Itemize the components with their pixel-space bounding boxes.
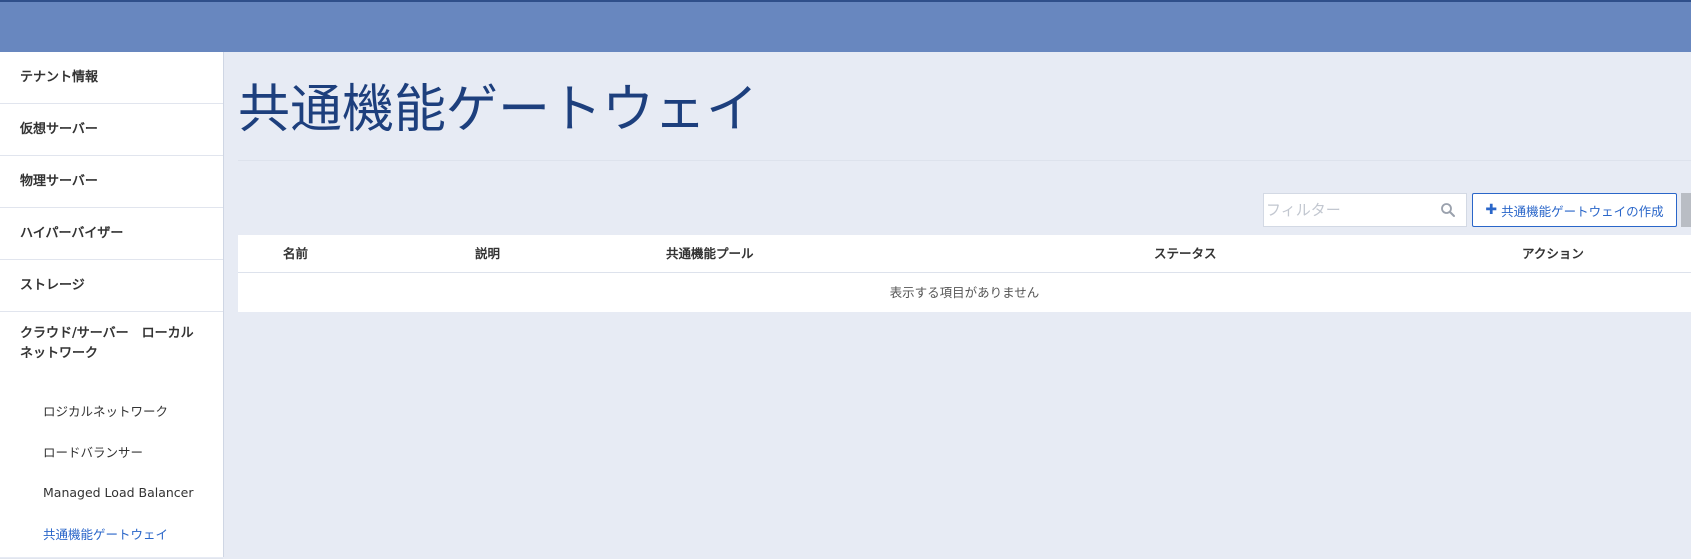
sidebar-subitem-label: ロジカルネットワーク (43, 404, 169, 419)
create-gateway-button[interactable]: ✚ 共通機能ゲートウェイの作成 (1472, 193, 1677, 227)
column-header-name[interactable]: 名前 (283, 235, 308, 273)
gateway-table: 名前 説明 共通機能プール ステータス アクション 表示する項目がありません (238, 235, 1691, 312)
sidebar-item-hypervisor[interactable]: ハイパーバイザー (0, 208, 223, 260)
sidebar-item-label: テナント情報 (20, 69, 99, 85)
sidebar-subitem-managed-load-balancer[interactable]: Managed Load Balancer (0, 472, 223, 513)
top-bar (0, 0, 1691, 52)
sidebar-subitem-label: 共通機能ゲートウェイ (43, 527, 169, 542)
column-header-common-function-pool[interactable]: 共通機能プール (666, 235, 754, 273)
sidebar-item-label: 物理サーバー (20, 173, 98, 189)
sidebar-item-label: ハイパーバイザー (20, 225, 124, 241)
sidebar: テナント情報 仮想サーバー 物理サーバー ハイパーバイザー ストレージ クラウド… (0, 52, 224, 559)
table-header: 名前 説明 共通機能プール ステータス アクション (238, 235, 1691, 273)
sidebar-subitem-label: ロードバランサー (43, 445, 144, 460)
sidebar-subitem-common-function-gateway[interactable]: 共通機能ゲートウェイ (0, 513, 223, 554)
page-title: 共通機能ゲートウェイ (238, 80, 759, 140)
scrollbar[interactable] (1681, 193, 1691, 227)
sidebar-subitem-load-balancer[interactable]: ロードバランサー (0, 431, 223, 472)
sidebar-item-label: ストレージ (20, 277, 85, 293)
search-icon[interactable] (1440, 202, 1456, 218)
sidebar-item-virtual-server[interactable]: 仮想サーバー (0, 104, 223, 156)
sidebar-item-physical-server[interactable]: 物理サーバー (0, 156, 223, 208)
column-header-description[interactable]: 説明 (475, 235, 500, 273)
create-gateway-button-label: 共通機能ゲートウェイの作成 (1501, 203, 1664, 219)
sidebar-subitem-logical-network[interactable]: ロジカルネットワーク (0, 390, 223, 431)
sidebar-item-storage[interactable]: ストレージ (0, 260, 223, 312)
filter-box (1263, 193, 1467, 227)
sidebar-item-cloud-server-local-network[interactable]: クラウド/サーバー ローカルネットワーク (0, 312, 223, 390)
sidebar-item-label: 仮想サーバー (20, 121, 98, 137)
sidebar-subitem-label: Managed Load Balancer (43, 485, 194, 500)
filter-input[interactable] (1264, 200, 1438, 220)
sidebar-item-tenant-info[interactable]: テナント情報 (0, 52, 223, 104)
plus-icon: ✚ (1485, 202, 1498, 218)
title-divider (238, 160, 1691, 161)
column-header-status[interactable]: ステータス (1154, 235, 1217, 273)
column-header-action: アクション (1522, 246, 1584, 261)
table-empty-message: 表示する項目がありません (889, 285, 1040, 300)
sidebar-item-label: クラウド/サーバー ローカルネットワーク (20, 326, 194, 361)
